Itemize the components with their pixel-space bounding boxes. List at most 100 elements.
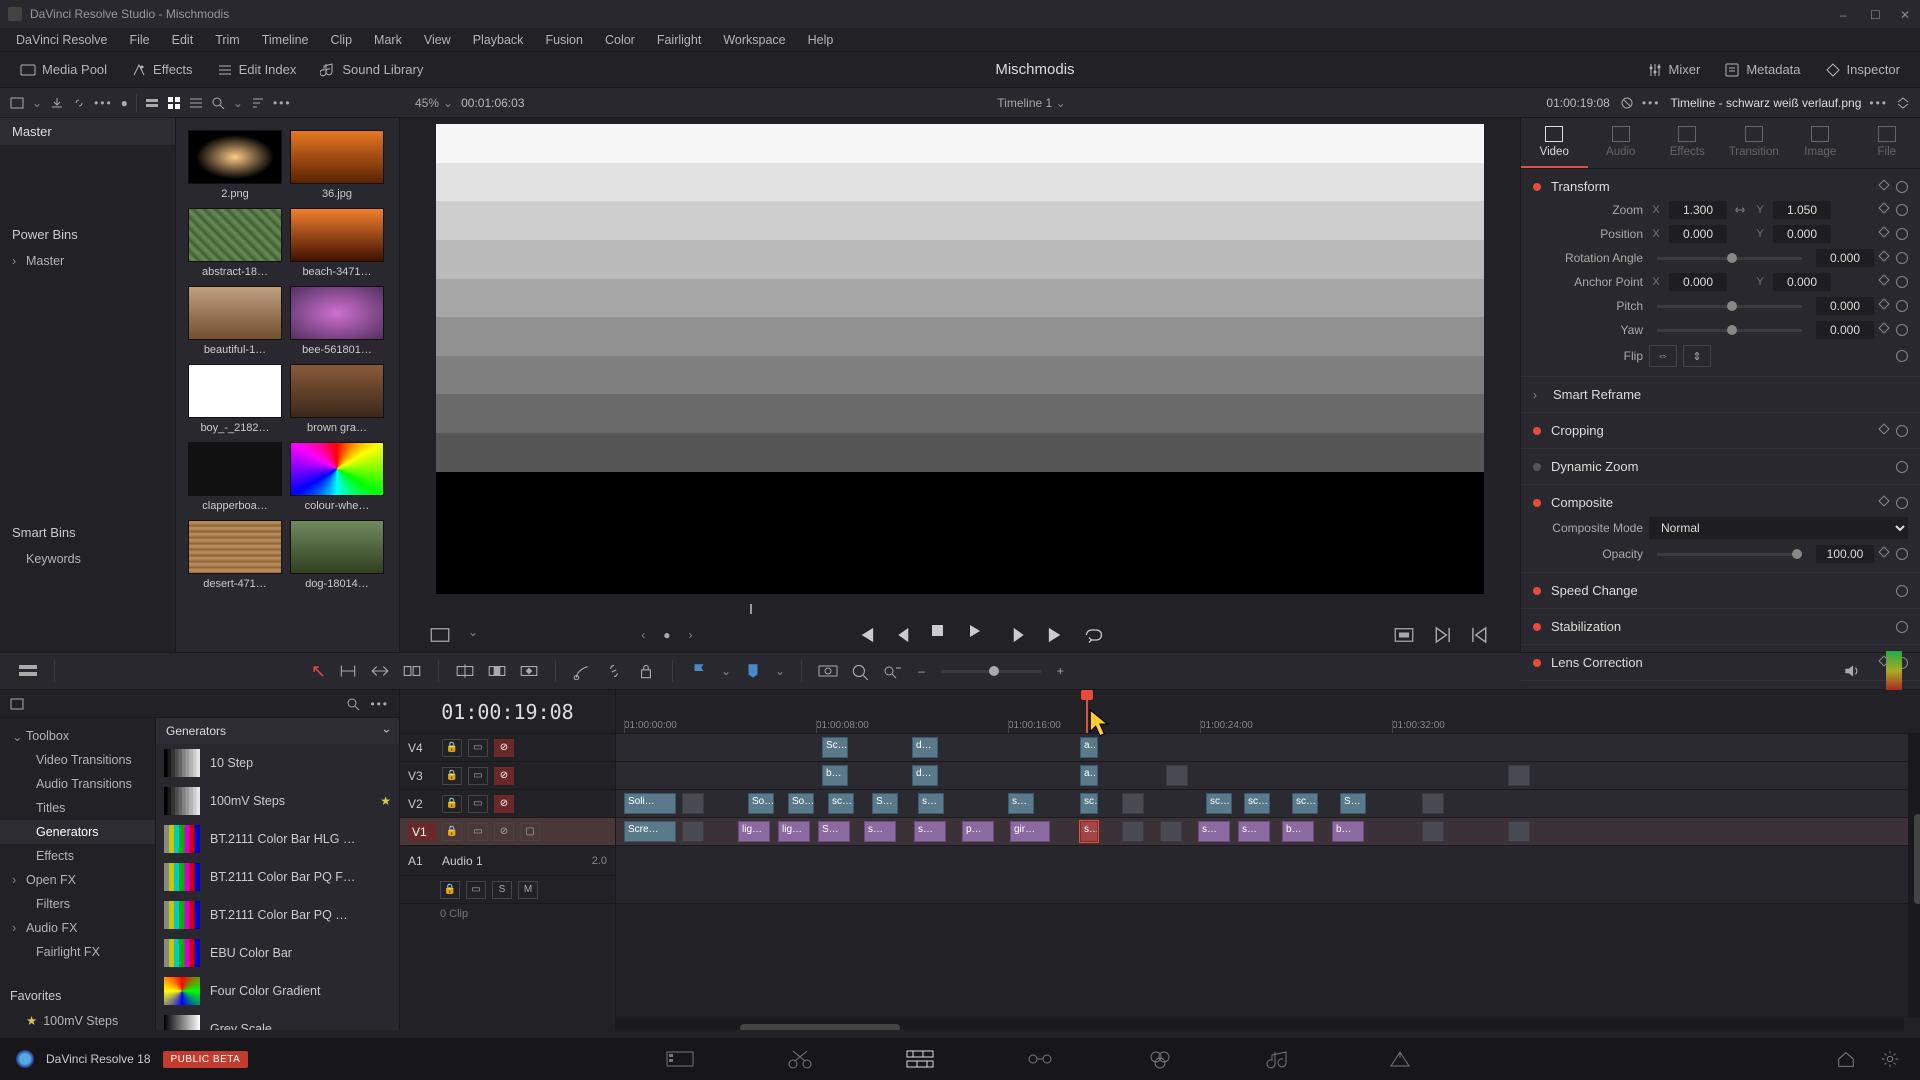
- more-icon[interactable]: •••: [273, 96, 292, 110]
- keywords-bin[interactable]: Keywords: [0, 546, 175, 572]
- tab-file[interactable]: File: [1854, 118, 1920, 168]
- media-page-icon[interactable]: [665, 1048, 695, 1070]
- thumb-view-icon[interactable]: [167, 96, 181, 110]
- solo-button[interactable]: S: [492, 881, 512, 899]
- media-thumb[interactable]: beach-3471…: [290, 208, 384, 278]
- track-lane-a1[interactable]: [616, 846, 1920, 904]
- opacity-input[interactable]: [1816, 545, 1874, 563]
- timeline-clip[interactable]: lig…: [778, 821, 810, 842]
- timeline-clip[interactable]: [1422, 821, 1444, 842]
- blade-tool-icon[interactable]: [402, 662, 422, 680]
- disable-icon[interactable]: ⊘: [494, 739, 514, 757]
- zoom-pct[interactable]: 45%: [415, 96, 439, 110]
- tab-video[interactable]: Video: [1521, 118, 1588, 168]
- inspector-button[interactable]: Inspector: [1813, 58, 1912, 82]
- menu-timeline[interactable]: Timeline: [252, 31, 319, 49]
- audio-transitions-node[interactable]: Audio Transitions: [0, 772, 155, 796]
- fairlightfx-node[interactable]: Fairlight FX: [0, 940, 155, 964]
- flag-icon[interactable]: [689, 662, 709, 680]
- fx-item[interactable]: Four Color Gradient: [156, 972, 399, 1010]
- timeline-clip[interactable]: [1508, 821, 1530, 842]
- media-thumb[interactable]: beautiful-1…: [188, 286, 282, 356]
- link-icon[interactable]: [1733, 203, 1747, 217]
- toolbox-node[interactable]: Toolbox: [0, 724, 155, 748]
- loop-button[interactable]: [1084, 625, 1104, 645]
- metadata-button[interactable]: Metadata: [1712, 58, 1812, 82]
- composite-mode-select[interactable]: Normal: [1649, 517, 1908, 539]
- menu-file[interactable]: File: [119, 31, 159, 49]
- timeline-clip[interactable]: s…: [1080, 821, 1098, 842]
- list-view-icon[interactable]: [189, 96, 203, 110]
- lock-icon[interactable]: 🔒: [442, 739, 462, 757]
- tab-transition[interactable]: Transition: [1721, 118, 1788, 168]
- timeline-clip[interactable]: b…: [1282, 821, 1314, 842]
- track-lane-v4[interactable]: Sc…d…a…: [616, 734, 1920, 762]
- openfx-node[interactable]: Open FX: [0, 868, 155, 892]
- zoom-slider[interactable]: [941, 670, 1041, 673]
- timeline-clip[interactable]: [682, 793, 704, 814]
- home-icon[interactable]: [1836, 1048, 1856, 1070]
- next-frame-button[interactable]: [1008, 625, 1028, 645]
- timeline-clip[interactable]: [1160, 821, 1182, 842]
- edit-page-icon[interactable]: [905, 1048, 935, 1070]
- sound-library-button[interactable]: Sound Library: [308, 58, 435, 82]
- last-frame-button[interactable]: [1046, 625, 1066, 645]
- rotation-slider[interactable]: [1657, 257, 1802, 260]
- in-out-icon[interactable]: [430, 625, 450, 645]
- timeline-clip[interactable]: s…: [1238, 821, 1270, 842]
- menu-fusion[interactable]: Fusion: [535, 31, 593, 49]
- first-frame-button[interactable]: [856, 625, 876, 645]
- fx-item[interactable]: Grey Scale: [156, 1010, 399, 1030]
- timeline-clip[interactable]: So…: [788, 793, 814, 814]
- track-header-v3[interactable]: V3🔒▭⊘: [400, 762, 615, 790]
- track-lane-v1[interactable]: Scre…lig…lig…S…s…s…p…gir…s…s…s…b…b…: [616, 818, 1920, 846]
- fx-item[interactable]: EBU Color Bar: [156, 934, 399, 972]
- yaw-slider[interactable]: [1657, 329, 1802, 332]
- media-thumb[interactable]: dog-18014…: [290, 520, 384, 590]
- pos-y-input[interactable]: [1773, 225, 1831, 243]
- keyframe-icon[interactable]: [1878, 179, 1889, 190]
- zoom-detail-icon[interactable]: [850, 662, 870, 680]
- master-bin[interactable]: Master: [0, 118, 175, 145]
- timeline-clip[interactable]: [1166, 765, 1188, 786]
- menu-fairlight[interactable]: Fairlight: [647, 31, 711, 49]
- timeline-clip[interactable]: gir…: [1010, 821, 1050, 842]
- search-icon[interactable]: [346, 697, 360, 711]
- track-a1-controls[interactable]: 🔒▭SM: [400, 876, 615, 904]
- flip-v-button[interactable]: ⇕: [1683, 345, 1711, 367]
- next-edit-icon[interactable]: [1432, 625, 1452, 645]
- tab-image[interactable]: Image: [1787, 118, 1854, 168]
- timeline-clip[interactable]: S…: [872, 793, 898, 814]
- close-icon[interactable]: ✕: [1900, 8, 1912, 20]
- expand-icon[interactable]: [1896, 96, 1910, 110]
- marker-icon[interactable]: [743, 662, 763, 680]
- timeline-clip[interactable]: Scre…: [624, 821, 676, 842]
- timeline-view-icon[interactable]: [18, 662, 38, 680]
- timeline-clip[interactable]: s…: [918, 793, 944, 814]
- menu-color[interactable]: Color: [595, 31, 645, 49]
- dynamic-zoom-header[interactable]: Dynamic Zoom: [1533, 455, 1908, 478]
- cut-page-icon[interactable]: [785, 1048, 815, 1070]
- menu-mark[interactable]: Mark: [364, 31, 412, 49]
- tab-audio[interactable]: Audio: [1588, 118, 1655, 168]
- timeline-clip[interactable]: sc…: [1206, 793, 1232, 814]
- yaw-input[interactable]: [1816, 321, 1874, 339]
- overwrite-icon[interactable]: [487, 662, 507, 680]
- edit-index-button[interactable]: Edit Index: [205, 58, 309, 82]
- media-thumb[interactable]: colour-whe…: [290, 442, 384, 512]
- more-icon[interactable]: •••: [370, 697, 389, 711]
- pitch-slider[interactable]: [1657, 305, 1802, 308]
- media-thumb[interactable]: clapperboa…: [188, 442, 282, 512]
- timeline-clip[interactable]: s…: [914, 821, 946, 842]
- timeline-clip[interactable]: [1122, 821, 1144, 842]
- menu-playback[interactable]: Playback: [463, 31, 534, 49]
- dynamic-trim-icon[interactable]: [370, 662, 390, 680]
- media-thumb[interactable]: desert-471…: [188, 520, 282, 590]
- zoom-fit-icon[interactable]: [818, 662, 838, 680]
- audiofx-node[interactable]: Audio FX: [0, 916, 155, 940]
- timeline-clip[interactable]: a…: [1080, 737, 1098, 758]
- timeline-clip[interactable]: sc…: [1292, 793, 1318, 814]
- timeline-clip[interactable]: Soli…: [624, 793, 676, 814]
- fx-list-header[interactable]: Generators›: [156, 718, 399, 744]
- fx-panel-icon[interactable]: [10, 697, 24, 711]
